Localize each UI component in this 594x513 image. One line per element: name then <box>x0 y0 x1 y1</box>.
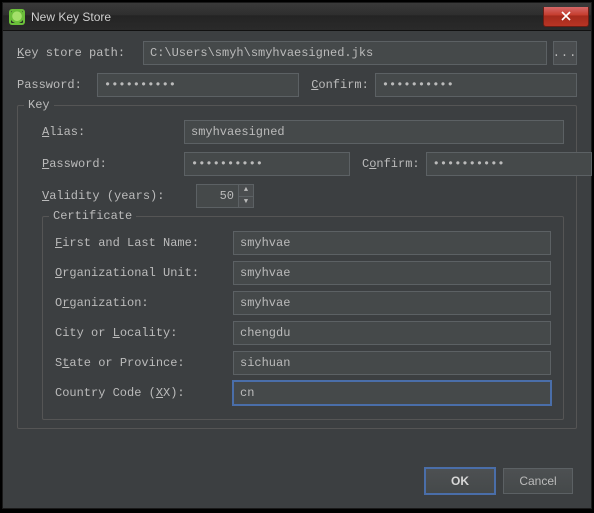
dialog-window: New Key Store Key store path: ... Passwo… <box>2 2 592 509</box>
chevron-down-icon: ▼ <box>244 198 248 206</box>
key-store-path-input[interactable] <box>143 41 547 65</box>
spinner-up-button[interactable]: ▲ <box>239 185 253 197</box>
key-store-path-label: Key store path: <box>17 46 137 60</box>
key-password-input[interactable] <box>184 152 350 176</box>
key-confirm-input[interactable] <box>426 152 592 176</box>
org-unit-input[interactable] <box>233 261 551 285</box>
org-label: Organization: <box>55 296 227 310</box>
password-label: Password: <box>17 78 91 92</box>
alias-label: Alias: <box>42 125 178 139</box>
alias-input[interactable] <box>184 120 564 144</box>
first-last-label: First and Last Name: <box>55 236 227 250</box>
key-password-label: Password: <box>42 157 178 171</box>
button-bar: OK Cancel <box>425 468 573 494</box>
chevron-up-icon: ▲ <box>244 186 248 194</box>
city-label: City or Locality: <box>55 326 227 340</box>
validity-spinner[interactable]: ▲ ▼ <box>196 184 254 208</box>
key-group: Key Alias: Password: Confirm: Validity (… <box>17 105 577 429</box>
app-icon <box>9 9 25 25</box>
title-bar[interactable]: New Key Store <box>3 3 591 31</box>
certificate-group: Certificate First and Last Name: Organiz… <box>42 216 564 420</box>
confirm-input[interactable] <box>375 73 577 97</box>
city-input[interactable] <box>233 321 551 345</box>
state-input[interactable] <box>233 351 551 375</box>
key-confirm-label: Confirm: <box>362 157 420 171</box>
first-last-input[interactable] <box>233 231 551 255</box>
confirm-label: Confirm: <box>311 78 369 92</box>
org-unit-label: Organizational Unit: <box>55 266 227 280</box>
validity-label: Validity (years): <box>42 189 190 203</box>
dialog-content: Key store path: ... Password: Confirm: K… <box>3 31 591 429</box>
state-label: State or Province: <box>55 356 227 370</box>
country-input[interactable] <box>233 381 551 405</box>
ellipsis-icon: ... <box>553 46 578 60</box>
browse-button[interactable]: ... <box>553 41 577 65</box>
validity-input[interactable] <box>196 184 238 208</box>
cancel-button[interactable]: Cancel <box>503 468 573 494</box>
close-icon <box>561 11 571 21</box>
country-label: Country Code (XX): <box>55 386 227 400</box>
ok-button[interactable]: OK <box>425 468 495 494</box>
key-group-title: Key <box>24 98 54 112</box>
window-title: New Key Store <box>31 10 111 24</box>
spinner-down-button[interactable]: ▼ <box>239 197 253 208</box>
org-input[interactable] <box>233 291 551 315</box>
window-close-button[interactable] <box>543 7 589 27</box>
certificate-group-title: Certificate <box>49 209 136 223</box>
password-input[interactable] <box>97 73 299 97</box>
